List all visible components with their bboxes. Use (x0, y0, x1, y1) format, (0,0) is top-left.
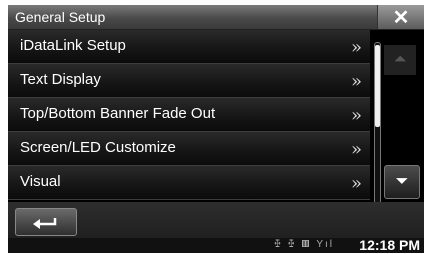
scrollbar-thumb[interactable] (375, 45, 380, 127)
close-button[interactable]: ✕ (377, 5, 424, 29)
double-chevron-right-icon: » (350, 71, 362, 92)
page-up-button[interactable]: ⏶ (384, 45, 416, 75)
menu-item-label: Visual (20, 173, 61, 190)
page-title: General Setup (15, 9, 106, 25)
back-button[interactable] (15, 208, 77, 236)
scrollbar[interactable] (374, 42, 381, 204)
menu-item-visual[interactable]: Visual » (8, 166, 370, 200)
menu-item-label: Screen/LED Customize (20, 139, 176, 156)
menu-item-label: Text Display (20, 71, 101, 88)
menu-item-text-display[interactable]: Text Display » (8, 64, 370, 98)
menu-item-screen-led-customize[interactable]: Screen/LED Customize » (8, 132, 370, 166)
back-arrow-icon (33, 218, 57, 229)
menu-list: iDataLink Setup » Text Display » Top/Bot… (8, 30, 370, 200)
page-down-button[interactable]: ⏷ (384, 165, 420, 199)
double-chevron-right-icon: » (350, 173, 362, 194)
double-chevron-right-icon: » (350, 139, 362, 160)
title-bar: General Setup ✕ (8, 5, 424, 30)
menu-item-label: iDataLink Setup (20, 37, 126, 54)
menu-item-idatalink-setup[interactable]: iDataLink Setup » (8, 30, 370, 64)
double-chevron-right-icon: » (350, 105, 362, 126)
double-chevron-right-icon: » (350, 37, 362, 58)
close-icon: ✕ (392, 6, 410, 29)
clock: 12:18 PM (359, 237, 420, 253)
page-up-icon: ⏶ (393, 51, 407, 68)
page-down-icon: ⏷ (395, 173, 409, 190)
menu-item-label: Top/Bottom Banner Fade Out (20, 105, 216, 122)
menu-item-banner-fade-out[interactable]: Top/Bottom Banner Fade Out » (8, 98, 370, 132)
screen: General Setup ✕ iDataLink Setup » Text D… (8, 5, 424, 253)
status-bar: ꔀ ꔀ ▥ Yıl 12:18 PM (8, 237, 424, 253)
status-icons: ꔀ ꔀ ▥ Yıl (274, 239, 334, 250)
